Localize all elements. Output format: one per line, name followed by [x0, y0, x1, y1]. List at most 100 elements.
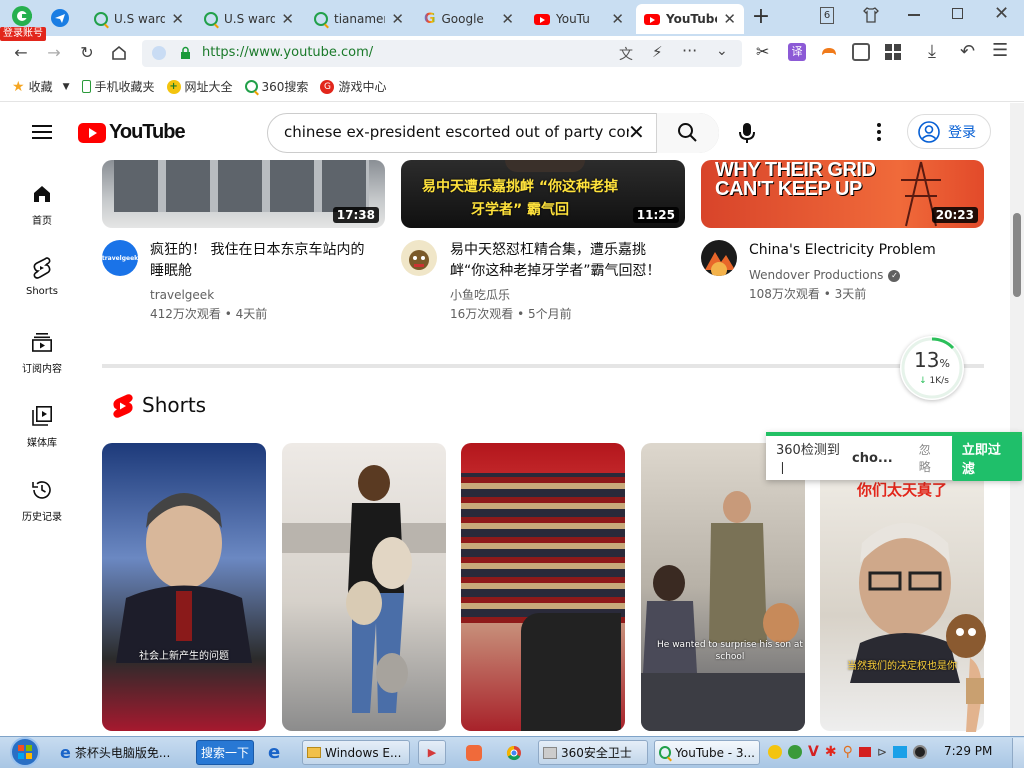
short-item[interactable] — [282, 443, 446, 731]
ie-icon[interactable]: e — [268, 742, 280, 763]
channel-name[interactable]: 小鱼吃瓜乐 — [450, 286, 510, 305]
youtube-logo[interactable]: YouTube — [78, 121, 186, 144]
hamburger-menu-icon[interactable] — [32, 124, 52, 140]
forward-icon[interactable]: → — [44, 43, 64, 62]
channel-name[interactable]: travelgeek — [150, 286, 214, 305]
close-icon[interactable]: ✕ — [501, 10, 514, 28]
ignore-button[interactable]: 忽略 — [919, 441, 942, 475]
tab-youtube-active[interactable]: YouTube ✕ — [636, 4, 744, 34]
channel-name[interactable]: Wendover Productions — [749, 266, 883, 285]
tab-google[interactable]: G Google ✕ — [416, 4, 522, 34]
taskbar-search-button[interactable]: 搜索一下 — [196, 740, 254, 765]
search-input[interactable]: chinese ex-president escorted out of par… — [267, 113, 719, 153]
tab-count-badge[interactable]: 6 — [820, 7, 834, 24]
clear-icon[interactable]: ✕ — [628, 120, 645, 144]
menu-icon[interactable]: ☰ — [992, 40, 1008, 61]
tray-display-icon[interactable] — [892, 746, 907, 758]
taskbar-item-youtube[interactable]: YouTube - 3... — [654, 740, 760, 765]
channel-avatar[interactable]: travelgeek — [102, 240, 138, 276]
close-icon[interactable]: ✕ — [723, 10, 736, 28]
site-info-icon[interactable] — [152, 46, 166, 60]
lightning-icon[interactable]: ⚡ — [652, 43, 663, 61]
more-options-icon[interactable] — [875, 122, 883, 142]
network-speed-widget[interactable]: 13% ↓ 1K/s — [900, 336, 964, 400]
bookmark-directory[interactable]: + 网址大全 — [166, 78, 233, 95]
bookmark-games[interactable]: G 游戏中心 — [320, 78, 386, 95]
taskbar-item-search-app[interactable]: e 茶杯头电脑版免... — [56, 740, 190, 765]
tray-arrow-icon[interactable]: ⊳ — [877, 745, 887, 759]
sidebar-item-home[interactable]: 首页 — [0, 182, 84, 227]
video-thumbnail[interactable]: WHY THEIR GRID CAN'T KEEP UP 20:23 — [701, 160, 984, 228]
tab-us-ward-2[interactable]: U.S ward ✕ — [196, 4, 302, 34]
url-text[interactable]: https://www.youtube.com/ — [202, 45, 373, 60]
game-controller-icon[interactable] — [820, 43, 838, 61]
video-thumbnail[interactable]: 17:38 — [102, 160, 385, 228]
short-item[interactable] — [461, 443, 625, 731]
channel-avatar[interactable] — [401, 240, 437, 276]
clock[interactable]: 7:29 PM — [944, 744, 992, 758]
show-desktop-button[interactable] — [1012, 738, 1024, 768]
page-scrollbar[interactable] — [1010, 103, 1024, 736]
new-tab-button[interactable]: + — [750, 4, 772, 30]
channel-name-row[interactable]: Wendover Productions ✓ — [749, 266, 901, 285]
tab-tianamen[interactable]: tianamen ✕ — [306, 4, 412, 34]
sidebar-item-library[interactable]: 媒体库 — [0, 404, 84, 449]
close-icon[interactable]: ✕ — [391, 10, 404, 28]
scissors-icon[interactable]: ✂ — [756, 42, 774, 62]
minimize-icon[interactable] — [908, 14, 920, 16]
tray-security-icon[interactable] — [788, 745, 802, 759]
video-title[interactable]: 易中天怒怼杠精合集，遭乐嘉挑衅“你这种老掉牙学者”霸气回怼！ — [450, 240, 670, 282]
sidebar-item-shorts[interactable]: Shorts — [0, 256, 84, 297]
shirt-icon[interactable] — [862, 6, 880, 24]
home-icon[interactable] — [110, 44, 128, 62]
pet-mascot[interactable] — [936, 608, 1006, 734]
translate-extension-icon[interactable]: 译 — [788, 43, 806, 61]
microphone-icon[interactable] — [738, 121, 756, 145]
apps-grid-icon[interactable] — [884, 43, 902, 61]
browser-logo-icon[interactable] — [8, 4, 36, 28]
more-dots-icon[interactable]: ··· — [682, 41, 697, 60]
sidebar-item-history[interactable]: 历史记录 — [0, 478, 84, 523]
start-button[interactable] — [4, 736, 46, 768]
search-query[interactable]: chinese ex-president escorted out of par… — [284, 123, 629, 141]
video-thumbnail[interactable]: 易中天遭乐嘉挑衅 “你这种老掉牙学者” 霸气回 11:25 — [401, 160, 685, 228]
short-item[interactable]: He wanted to surprise his son at school — [641, 443, 805, 731]
address-bar[interactable]: https://www.youtube.com/ ⽂ ⚡ ··· ⌄ — [142, 40, 742, 67]
back-icon[interactable]: ← — [11, 43, 31, 62]
chevron-down-icon[interactable]: ▼ — [63, 82, 70, 92]
bookmark-favorites[interactable]: ★ 收藏 ▼ — [12, 78, 70, 95]
undo-icon[interactable]: ↶ — [960, 41, 975, 62]
tray-volume-icon[interactable] — [912, 745, 927, 759]
sidebar-item-subscriptions[interactable]: 订阅内容 — [0, 330, 84, 375]
bookmark-360search[interactable]: 360搜索 — [244, 78, 308, 95]
window-close-icon[interactable]: ✕ — [994, 3, 1009, 24]
search-button[interactable] — [656, 113, 719, 153]
chevron-down-icon[interactable]: ⌄ — [716, 43, 728, 59]
bookmark-mobile[interactable]: 手机收藏夹 — [81, 78, 155, 95]
video-title[interactable]: China's Electricity Problem — [749, 240, 969, 261]
taskbar-item-360-safe[interactable]: 360安全卫士 — [538, 740, 648, 765]
login-badge[interactable]: 登录账号 — [0, 27, 46, 41]
short-item[interactable]: 社会上新产生的问题 — [102, 443, 266, 731]
channel-avatar[interactable] — [701, 240, 737, 276]
reload-icon[interactable]: ↻ — [77, 43, 97, 62]
reader-mode-icon[interactable] — [852, 43, 870, 61]
filter-now-button[interactable]: 立即过滤 — [951, 435, 1023, 481]
signin-button[interactable]: 登录 — [907, 114, 991, 149]
close-icon[interactable]: ✕ — [171, 10, 184, 28]
scrollbar-thumb[interactable] — [1013, 213, 1021, 297]
tray-flag-icon[interactable] — [858, 747, 871, 757]
close-icon[interactable]: ✕ — [281, 10, 294, 28]
taskbar-item-media[interactable]: ▶ — [418, 740, 446, 765]
video-title[interactable]: 疯狂的！ 我住在日本东京车站内的睡眠舱 — [150, 240, 370, 282]
tab-youtube-1[interactable]: YouTu ✕ — [526, 4, 632, 34]
tray-app-icon[interactable]: ✱ — [825, 744, 837, 760]
restore-icon[interactable] — [952, 8, 963, 19]
taskbar-item-game[interactable] — [460, 740, 488, 765]
translate-icon[interactable]: ⽂ — [619, 44, 633, 64]
tab-us-ward-1[interactable]: U.S ward ✕ — [86, 4, 192, 34]
download-icon[interactable]: ⤓ — [928, 41, 936, 62]
send-icon[interactable] — [50, 8, 70, 28]
tray-search-icon[interactable]: ⚲ — [843, 744, 853, 760]
tray-plus-icon[interactable] — [768, 745, 782, 759]
